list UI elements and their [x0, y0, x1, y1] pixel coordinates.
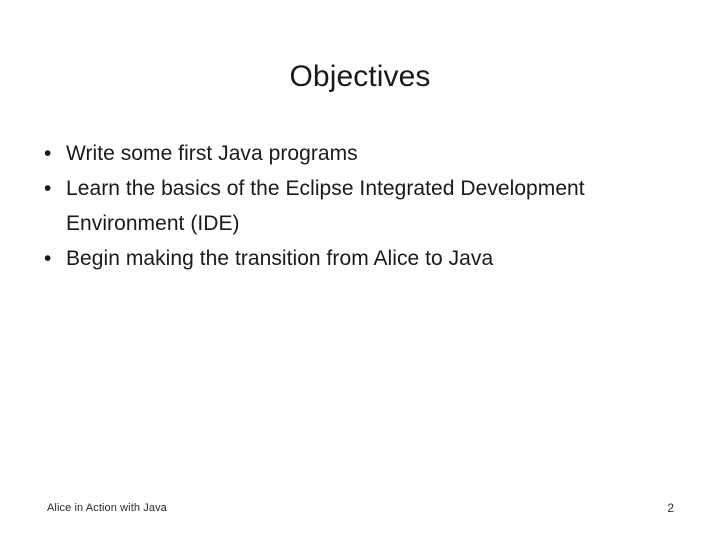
bullet-list: • Write some first Java programs • Learn… — [36, 136, 672, 276]
slide: Objectives • Write some first Java progr… — [0, 0, 720, 540]
page-number: 2 — [667, 501, 674, 515]
list-item-label: Write some first Java programs — [66, 142, 358, 165]
footer-note: Alice in Action with Java — [47, 502, 167, 514]
slide-body: • Write some first Java programs • Learn… — [36, 136, 672, 276]
bullet-dot-icon: • — [44, 142, 52, 165]
slide-title: Objectives — [289, 60, 431, 93]
list-item-label: Learn the basics of the Eclipse Integrat… — [66, 177, 585, 235]
list-item: • Begin making the transition from Alice… — [36, 241, 672, 276]
list-item: • Write some first Java programs — [36, 136, 672, 171]
bullet-dot-icon: • — [44, 247, 52, 270]
list-item-label: Begin making the transition from Alice t… — [66, 247, 494, 270]
list-item: • Learn the basics of the Eclipse Integr… — [36, 171, 672, 241]
bullet-dot-icon: • — [44, 177, 52, 200]
slide-footer: Alice in Action with Java 2 — [0, 500, 720, 520]
